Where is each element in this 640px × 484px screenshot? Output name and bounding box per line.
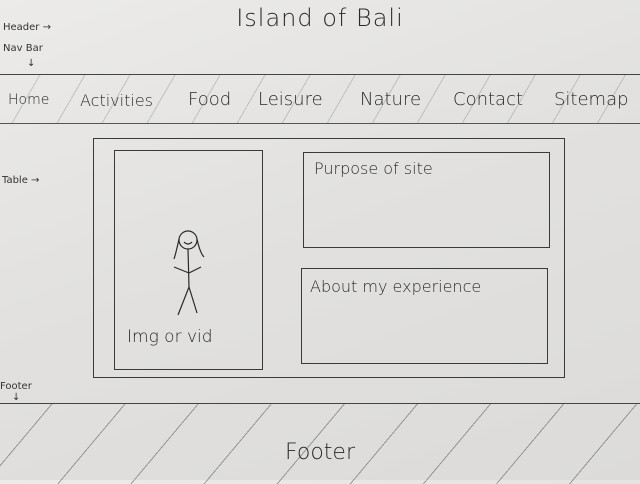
nav-item-contact[interactable]: Contact xyxy=(453,89,523,110)
media-placeholder: Img or vid xyxy=(114,150,263,370)
nav-bar-arrow-icon: ↓ xyxy=(27,58,36,69)
header-annotation: Header → xyxy=(3,22,51,33)
table-annotation: Table → xyxy=(2,175,40,186)
purpose-box: Purpose of site xyxy=(303,152,550,248)
stick-figure-icon xyxy=(173,230,205,316)
nav-item-nature[interactable]: Nature xyxy=(360,89,421,110)
footer: Footer xyxy=(0,403,640,484)
media-label: Img or vid xyxy=(127,327,213,347)
nav-bar: Home Activities Food Leisure Nature Cont… xyxy=(0,74,640,124)
nav-item-sitemap[interactable]: Sitemap xyxy=(554,89,629,110)
nav-item-food[interactable]: Food xyxy=(188,89,231,110)
nav-item-leisure[interactable]: Leisure xyxy=(258,89,323,110)
footer-label: Footer xyxy=(285,440,355,465)
about-label: About my experience xyxy=(310,277,482,296)
nav-item-activities[interactable]: Activities xyxy=(80,91,153,110)
about-box: About my experience xyxy=(301,268,548,364)
page-title: Island of Bali xyxy=(236,4,404,32)
purpose-label: Purpose of site xyxy=(314,159,433,178)
footer-arrow-icon: ↓ xyxy=(12,392,21,403)
nav-item-home[interactable]: Home xyxy=(8,92,49,108)
footer-annotation: Footer xyxy=(0,381,32,392)
nav-bar-annotation: Nav Bar xyxy=(3,43,43,54)
